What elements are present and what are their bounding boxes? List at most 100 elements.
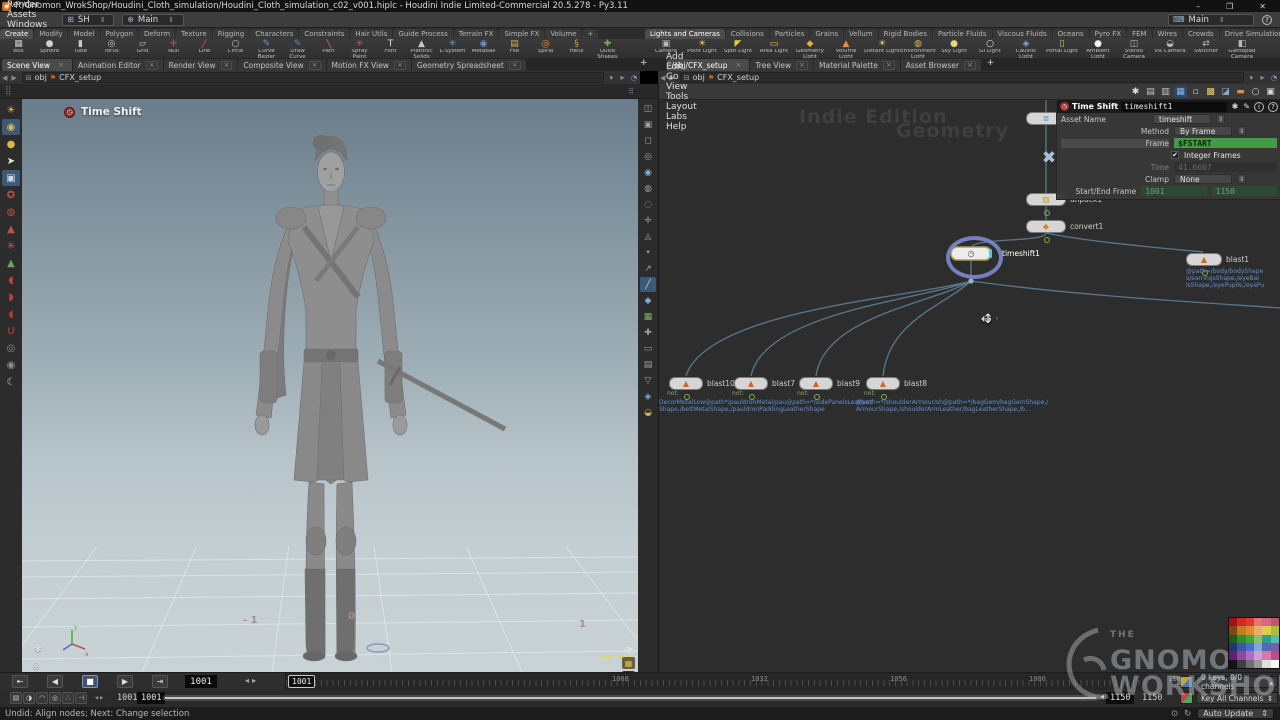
network-toolbar-icon[interactable]: ▩ — [1204, 86, 1217, 98]
network-node[interactable]: ◷ timeshift1 — [951, 247, 991, 260]
palette-swatch[interactable] — [1229, 643, 1237, 651]
shelf-tool[interactable]: ● Sphere — [34, 39, 65, 60]
playbar-toggle-icon[interactable]: ▤ — [10, 692, 22, 704]
palette-swatch[interactable] — [1271, 626, 1279, 634]
palette-swatch[interactable] — [1271, 651, 1279, 659]
network-toolbar-icon[interactable]: ▫ — [1189, 86, 1202, 98]
close-tab-icon[interactable]: × — [796, 61, 808, 70]
range-start-field[interactable]: 1001 — [137, 692, 165, 704]
viewport-tool-icon[interactable]: ☀ — [2, 102, 20, 118]
shelf-tool[interactable]: ✚ Quick Shapes — [592, 39, 623, 60]
palette-swatch[interactable] — [1237, 626, 1245, 634]
pane-tab[interactable]: Motion FX View× — [327, 59, 411, 71]
shelf-tool[interactable]: ✛ Null — [158, 39, 189, 60]
transport-button[interactable]: ⇤ — [12, 675, 28, 688]
frame-step-buttons[interactable]: ◂▸ — [245, 676, 259, 685]
shelf-tab[interactable]: Constraints — [299, 29, 349, 39]
frame-expression-field[interactable]: $FSTART — [1174, 138, 1277, 148]
palette-swatch[interactable] — [1271, 618, 1279, 626]
message-log-icon[interactable]: ⊙ — [1171, 709, 1178, 719]
key-channels-icon[interactable] — [1180, 692, 1193, 704]
shelf-tab[interactable]: Characters — [250, 29, 298, 39]
display-option-icon[interactable]: ▣ — [640, 117, 656, 132]
display-option-icon[interactable]: • — [640, 245, 656, 260]
forward-icon[interactable]: ▶ — [11, 74, 16, 82]
info-icon[interactable]: i — [1254, 102, 1264, 112]
palette-swatch[interactable] — [1254, 660, 1262, 668]
shelf-tab[interactable]: Polygon — [101, 29, 139, 39]
spinner-icon[interactable]: ⇕ — [1216, 114, 1225, 124]
palette-swatch[interactable] — [1229, 651, 1237, 659]
help-icon[interactable]: ? — [1268, 102, 1278, 112]
display-option-icon[interactable]: ▽ — [640, 373, 656, 388]
viewport-tool-icon[interactable]: ▲ — [2, 255, 20, 271]
shelf-tab[interactable]: Model — [68, 29, 99, 39]
shelf-tab[interactable]: Oceans — [1053, 29, 1089, 39]
close-tab-icon[interactable]: × — [394, 61, 406, 70]
shelf-tab[interactable]: Grains — [810, 29, 843, 39]
shelf-tool[interactable]: ▲ Volume Light — [828, 39, 864, 60]
network-node[interactable]: ◆ convert1 — [1026, 220, 1066, 233]
close-tab-icon[interactable]: × — [964, 61, 976, 70]
pane-handle-icon[interactable]: ⣿ — [5, 86, 12, 96]
shelf-tool[interactable]: ○ Circle — [220, 39, 251, 60]
display-option-icon[interactable]: ◆ — [640, 293, 656, 308]
shelf-tab[interactable]: Hair Utils — [350, 29, 392, 39]
menu-item[interactable]: Go — [659, 72, 704, 82]
node-name-field[interactable]: timeshift1 — [1121, 102, 1226, 112]
shelf-tab[interactable]: Rigid Bodies — [879, 29, 932, 39]
viewport-tool-icon[interactable]: ◉ — [2, 357, 20, 373]
viewport-tool-icon[interactable]: ◗ — [2, 289, 20, 305]
shelf-tool[interactable]: ● Sky Light — [936, 39, 972, 60]
shelf-tab[interactable]: Crowds — [1183, 29, 1219, 39]
network-toolbar-icon[interactable]: ○ — [1249, 86, 1262, 98]
new-tab-button[interactable]: + — [982, 58, 1000, 71]
range-end-field[interactable]: 1150 — [1106, 692, 1134, 704]
palette-swatch[interactable] — [1262, 651, 1270, 659]
viewport-corner-icon[interactable]: ✾ — [34, 645, 42, 655]
shelf-tool[interactable]: ▤ File — [499, 39, 530, 60]
range-step-buttons[interactable]: ◂▸ — [94, 693, 104, 703]
viewport-tool-icon[interactable]: ▲ — [2, 221, 20, 237]
palette-swatch[interactable] — [1271, 643, 1279, 651]
path-node[interactable]: CFX_setup — [59, 73, 101, 82]
display-option-icon[interactable]: ◻ — [640, 133, 656, 148]
network-toolbar-icon[interactable]: ▬ — [1234, 86, 1247, 98]
shelf-tab[interactable]: Particle Fluids — [933, 29, 992, 39]
shelf-tool[interactable]: ◤ Spot Light — [720, 39, 756, 60]
viewport-tool-icon[interactable]: ➤ — [2, 153, 20, 169]
palette-swatch[interactable] — [1271, 660, 1279, 668]
shelf-tool[interactable]: ✳ L-System — [437, 39, 468, 60]
desktop-selector[interactable]: ⊞ SH ⇕ — [62, 14, 114, 26]
palette-swatch[interactable] — [1246, 618, 1254, 626]
end-frame-field[interactable]: 1150 — [1212, 186, 1277, 196]
pane-tab[interactable]: Render View× — [164, 59, 238, 71]
sync-icon[interactable]: ◔ — [631, 74, 637, 82]
close-tab-icon[interactable]: × — [732, 61, 744, 70]
shelf-tool[interactable]: ▱ Grid — [127, 39, 158, 60]
palette-swatch[interactable] — [1254, 618, 1262, 626]
shelf-tool[interactable]: T Font — [375, 39, 406, 60]
shelf-tool[interactable]: ● Ambient Light — [1080, 39, 1116, 60]
pane-handle-icon[interactable]: ⠿ — [628, 87, 634, 96]
shelf-tool[interactable]: ○ GI Light — [972, 39, 1008, 60]
pane-tab[interactable]: Asset Browser× — [901, 59, 981, 71]
shelf-tab[interactable]: Collisions — [726, 29, 769, 39]
shelf-tool[interactable]: ☀ Distant Light — [864, 39, 900, 60]
dropdown-icon[interactable]: ▾ — [1250, 74, 1254, 82]
display-option-icon[interactable]: ↗ — [640, 261, 656, 276]
spinner-icon[interactable]: ⇕ — [1237, 126, 1246, 136]
layout-selector[interactable]: ⊕ Main ⇕ — [122, 14, 184, 26]
display-option-icon[interactable]: ◎ — [640, 149, 656, 164]
network-toolbar-icon[interactable]: ✱ — [1129, 86, 1142, 98]
pane-tab[interactable]: Geometry Spreadsheet× — [412, 59, 526, 71]
network-node[interactable]: ▲ blast10 — [669, 377, 703, 390]
network-toolbar-icon[interactable]: ▥ — [1159, 86, 1172, 98]
network-toolbar-icon[interactable]: ▦ — [1174, 86, 1187, 98]
current-frame-field[interactable]: 1001 — [185, 675, 217, 688]
shelf-tab[interactable]: FEM — [1127, 29, 1152, 39]
display-option-icon[interactable]: ◫ — [640, 101, 656, 116]
menu-item[interactable]: View — [659, 82, 704, 92]
pane-tab[interactable]: Scene View× — [2, 59, 72, 71]
palette-swatch[interactable] — [1229, 660, 1237, 668]
